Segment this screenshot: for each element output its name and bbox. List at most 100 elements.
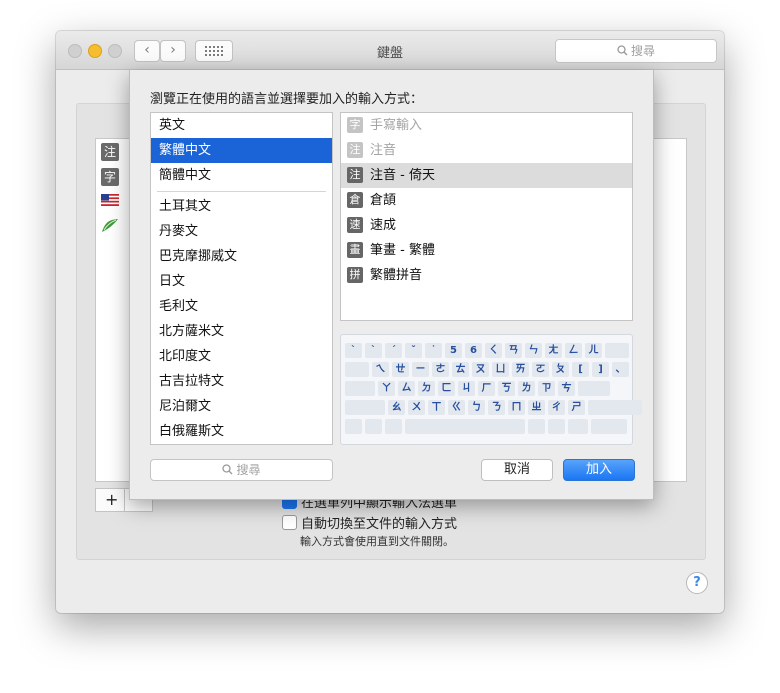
method-label: 注音 - 倚天	[370, 168, 435, 183]
language-label: 丹麥文	[159, 224, 199, 239]
window-search-field[interactable]: 搜尋	[555, 39, 717, 63]
keyboard-key: ˇ	[405, 343, 422, 358]
input-method-list: 字手寫輸入 注注音 注注音 - 倚天 倉倉頡 速速成 畫筆畫 - 繁體 拼繁體拼…	[340, 112, 633, 321]
sheet-prompt: 瀏覽正在使用的語言並選擇要加入的輸入方式：	[150, 92, 424, 107]
language-label: 毛利文	[159, 299, 199, 314]
pinyin-icon: 拼	[347, 267, 363, 283]
keyboard-key: 6	[465, 343, 482, 358]
list-item[interactable]: 字	[101, 168, 123, 188]
keyboard-key: ㄡ	[472, 362, 489, 377]
keyboard-key	[591, 419, 627, 434]
cangjie-icon: 倉	[347, 192, 363, 208]
keyboard-key: 、	[612, 362, 629, 377]
method-item-cangjie[interactable]: 倉倉頡	[341, 188, 632, 213]
keyboard-key: ㄘ	[558, 381, 575, 396]
keyboard-key: ㄦ	[585, 343, 602, 358]
list-item[interactable]: 注	[101, 143, 123, 163]
language-item-english[interactable]: 英文	[151, 113, 332, 138]
zhuyin-eten-icon: 注	[347, 167, 363, 183]
keyboard-key	[605, 343, 629, 358]
list-item[interactable]	[101, 218, 123, 238]
language-item-bokmal[interactable]: 巴克摩挪威文	[151, 244, 332, 269]
keyboard-key: ˙	[425, 343, 442, 358]
zhuyin-icon: 注	[347, 142, 363, 158]
keyboard-key: ㄏ	[478, 381, 495, 396]
language-item-simplified-chinese[interactable]: 簡體中文	[151, 163, 332, 188]
keyboard-key	[548, 419, 565, 434]
language-list-separator	[157, 191, 326, 192]
title-bar: ‹ › 鍵盤 搜尋	[56, 31, 724, 70]
language-label: 土耳其文	[159, 199, 212, 214]
keyboard-key: ㄩ	[492, 362, 509, 377]
keyboard-key: ㄇ	[508, 400, 525, 415]
method-item-pinyin[interactable]: 拼繁體拼音	[341, 263, 632, 288]
keyboard-key	[405, 419, 525, 434]
handwriting-icon: 字	[101, 168, 119, 186]
keyboard-key: ㄥ	[565, 343, 582, 358]
method-label: 筆畫 - 繁體	[370, 243, 435, 258]
keyboard-key: ㄑ	[485, 343, 502, 358]
language-item-gujarati[interactable]: 古吉拉特文	[151, 369, 332, 394]
auto-switch-label: 自動切換至文件的輸入方式	[301, 517, 458, 532]
keyboard-key	[578, 381, 610, 396]
keyboard-key: ㄧ	[412, 362, 429, 377]
add-button[interactable]: 加入	[563, 459, 635, 481]
keyboard-key: ㄜ	[432, 362, 449, 377]
keyboard-key: ㄔ	[548, 400, 565, 415]
language-label: 尼泊爾文	[159, 399, 212, 414]
auto-switch-option[interactable]: 自動切換至文件的輸入方式	[282, 513, 457, 532]
keyboard-key: ㄉ	[418, 381, 435, 396]
language-item-maori[interactable]: 毛利文	[151, 294, 332, 319]
language-item-belarusian[interactable]: 白俄羅斯文	[151, 419, 332, 444]
method-item-handwriting[interactable]: 字手寫輸入	[341, 113, 632, 138]
auto-switch-checkbox[interactable]	[282, 515, 297, 530]
keyboard-key: ]	[592, 362, 609, 377]
method-label: 速成	[370, 218, 397, 233]
list-item[interactable]	[101, 194, 123, 214]
keyboard-key: ㄕ	[568, 400, 585, 415]
search-icon	[617, 45, 628, 56]
keyboard-key: ㄣ	[525, 343, 542, 358]
keyboard-key: ㄊ	[452, 362, 469, 377]
language-label: 英文	[159, 118, 186, 133]
language-list: 英文 繁體中文 簡體中文 土耳其文 丹麥文 巴克摩挪威文 日文 毛利文 北方薩米…	[150, 112, 333, 445]
language-label: 北印度文	[159, 349, 212, 364]
keyboard-key: ㄗ	[538, 381, 555, 396]
language-item-traditional-chinese[interactable]: 繁體中文	[151, 138, 332, 163]
method-item-sucheng[interactable]: 速速成	[341, 213, 632, 238]
help-button[interactable]: ?	[686, 572, 708, 594]
method-item-stroke[interactable]: 畫筆畫 - 繁體	[341, 238, 632, 263]
handwriting-icon: 字	[347, 117, 363, 133]
keyboard-key	[528, 419, 545, 434]
keyboard-key: ㄐ	[458, 381, 475, 396]
method-item-zhuyin[interactable]: 注注音	[341, 138, 632, 163]
keyboard-key: ˋ	[365, 343, 382, 358]
window-search-placeholder: 搜尋	[630, 44, 655, 58]
language-label: 簡體中文	[159, 168, 212, 183]
keyboard-key: ㄤ	[545, 343, 562, 358]
keyboard-key: ㄓ	[528, 400, 545, 415]
zhuyin-icon: 注	[101, 143, 119, 161]
method-label: 注音	[370, 143, 397, 158]
keyboard-key: ㄅ	[468, 400, 485, 415]
keyboard-key: ㄋ	[488, 400, 505, 415]
language-search-field[interactable]: 搜尋	[150, 459, 333, 481]
language-item-japanese[interactable]: 日文	[151, 269, 332, 294]
keyboard-key: ㄠ	[388, 400, 405, 415]
language-item-northern-sami[interactable]: 北方薩米文	[151, 319, 332, 344]
language-item-turkish[interactable]: 土耳其文	[151, 194, 332, 219]
method-label: 倉頡	[370, 193, 397, 208]
keyboard-key	[588, 400, 642, 415]
search-icon	[222, 464, 233, 475]
auto-switch-note: 輸入方式會使用直到文件關閉。	[300, 535, 454, 548]
method-item-zhuyin-eten[interactable]: 注注音 - 倚天	[341, 163, 632, 188]
keyboard-key: ㄍ	[448, 400, 465, 415]
cancel-button[interactable]: 取消	[481, 459, 553, 481]
language-item-nepali[interactable]: 尼泊爾文	[151, 394, 332, 419]
language-item-danish[interactable]: 丹麥文	[151, 219, 332, 244]
keyboard-key: ㄨ	[408, 400, 425, 415]
language-label: 北方薩米文	[159, 324, 225, 339]
keyboard-key	[345, 381, 375, 396]
language-item-hindi[interactable]: 北印度文	[151, 344, 332, 369]
keyboard-key: ㄝ	[392, 362, 409, 377]
